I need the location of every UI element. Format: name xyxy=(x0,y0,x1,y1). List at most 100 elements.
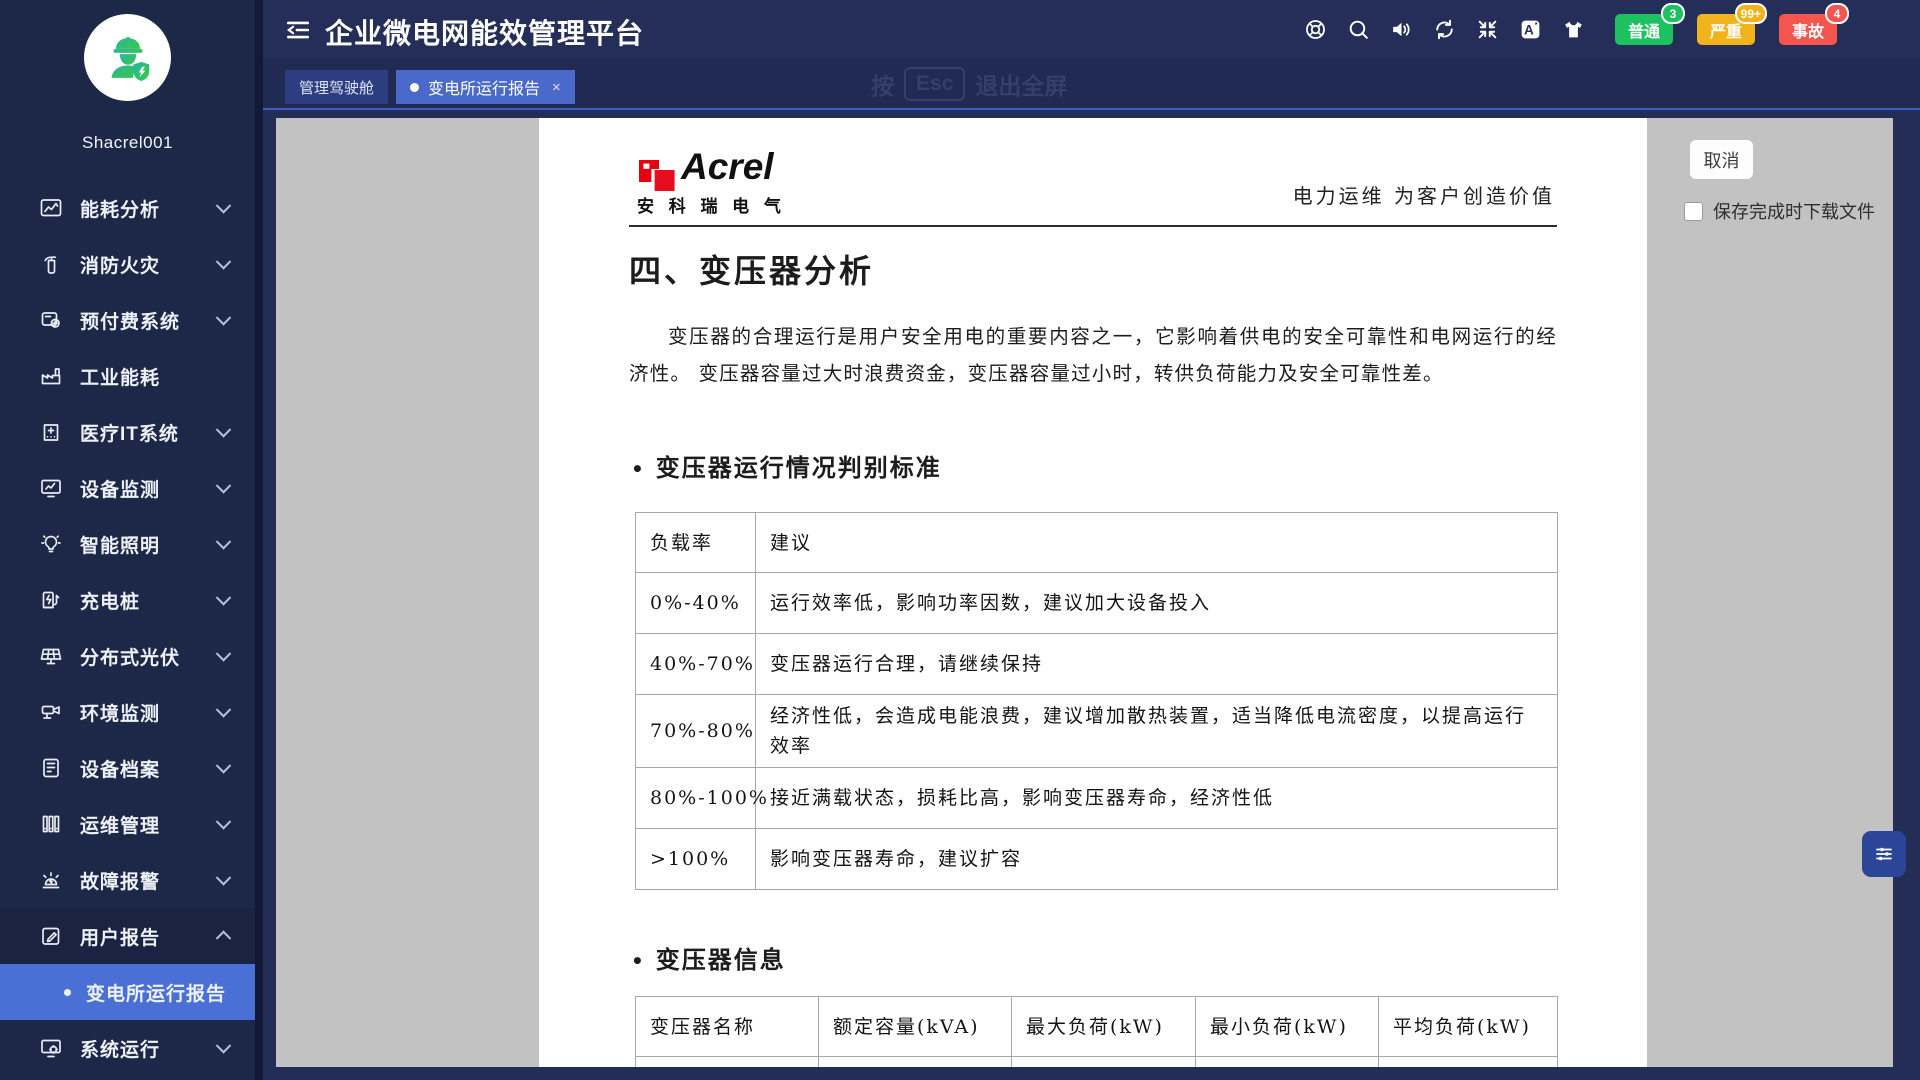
load-rate-cell: >100% xyxy=(636,829,756,890)
tab-dashboard[interactable]: 管理驾驶舱 xyxy=(285,70,388,104)
user-report-icon xyxy=(43,929,59,945)
subsection-title-info: 变压器信息 xyxy=(631,940,786,975)
alarm-label: 普通 xyxy=(1628,18,1660,42)
table-row: 40%-70% 变压器运行合理，请继续保持 xyxy=(636,634,1558,695)
sidebar-item-label: 环境监测 xyxy=(80,699,160,726)
app-root: Shacrel001 能耗分析 消防火灾 xyxy=(0,0,1920,1080)
device-archive-icon xyxy=(44,760,58,777)
cancel-button[interactable]: 取消 xyxy=(1690,140,1753,179)
sidebar-scrollbar[interactable] xyxy=(255,0,263,1080)
sidebar-item[interactable]: 设备档案 xyxy=(0,740,255,796)
suggestion-cell: 接近满载状态，损耗比高，影响变压器寿命，经济性低 xyxy=(756,768,1558,829)
fault-alarm-icon xyxy=(44,873,59,888)
top-header: 企业微电网能效管理平台 普通 3 严重 99+ xyxy=(263,0,1920,59)
help-icon[interactable] xyxy=(1303,17,1328,42)
search-icon[interactable] xyxy=(1346,17,1371,42)
col-header: 变压器名称 xyxy=(636,997,819,1057)
chevron-icon xyxy=(216,534,232,550)
refresh-icon[interactable] xyxy=(1432,17,1457,42)
table-row xyxy=(636,1057,1558,1068)
brand-subtitle: 安 科 瑞 电 气 xyxy=(637,192,786,217)
download-checkbox[interactable] xyxy=(1684,202,1703,221)
distributed-pv-icon xyxy=(42,650,61,664)
alarm-button[interactable]: 严重 99+ xyxy=(1697,14,1755,45)
sidebar-item[interactable]: 变电所运行报告 xyxy=(0,964,255,1020)
acrel-logo-icon xyxy=(637,156,677,196)
sidebar-item[interactable]: 环境监测 xyxy=(0,684,255,740)
alarm-button[interactable]: 普通 3 xyxy=(1615,14,1673,45)
letterhead-divider xyxy=(629,225,1557,227)
environment-monitoring-icon xyxy=(43,707,60,719)
main-area: Acrel 安 科 瑞 电 气 电力运维 为客户创造价值 四、变压器分析 变压器… xyxy=(263,108,1920,1080)
sidebar-item-label: 医疗IT系统 xyxy=(80,419,179,446)
alarm-label: 事故 xyxy=(1792,18,1824,42)
sidebar-item[interactable]: 充电桩 xyxy=(0,572,255,628)
alarm-count-badge: 99+ xyxy=(1735,3,1767,24)
sidebar-item[interactable]: 设备监测 xyxy=(0,460,255,516)
sidebar-item[interactable]: 用户报告 xyxy=(0,908,255,964)
suggestion-cell: 变压器运行合理，请继续保持 xyxy=(756,634,1558,695)
table-header-row: 负载率 建议 xyxy=(636,513,1558,573)
table-header-row: 变压器名称 额定容量(kVA) 最大负荷(kW) 最小负荷(kW) 平均负荷(k… xyxy=(636,997,1558,1057)
sidebar-item-label: 设备档案 xyxy=(80,755,160,782)
sidebar-item[interactable]: 分布式光伏 xyxy=(0,628,255,684)
sidebar-item-label: 智能照明 xyxy=(80,531,160,558)
chevron-icon xyxy=(216,646,232,662)
sidebar-collapse-icon[interactable] xyxy=(285,17,311,41)
report-letterhead: Acrel 安 科 瑞 电 气 电力运维 为客户创造价值 xyxy=(629,154,1557,226)
sidebar-item-label: 分布式光伏 xyxy=(80,643,180,670)
charging-pile-icon xyxy=(44,593,59,608)
transformer-info-table: 变压器名称 额定容量(kVA) 最大负荷(kW) 最小负荷(kW) 平均负荷(k… xyxy=(635,996,1558,1067)
volume-icon[interactable] xyxy=(1389,17,1414,42)
alarm-button[interactable]: 事故 4 xyxy=(1779,14,1837,45)
chevron-icon xyxy=(216,422,232,438)
load-rate-cell: 40%-70% xyxy=(636,634,756,695)
tab-substation-report[interactable]: 变电所运行报告 xyxy=(396,70,575,104)
sidebar-item[interactable]: 运维管理 xyxy=(0,796,255,852)
chevron-icon xyxy=(216,478,232,494)
sidebar-item[interactable]: 工业能耗 xyxy=(0,348,255,404)
brand-name: Acrel xyxy=(681,146,774,188)
alarm-count-badge: 3 xyxy=(1661,3,1685,24)
device-monitoring-icon xyxy=(42,481,60,497)
col-header: 额定容量(kVA) xyxy=(819,997,1012,1057)
sidebar-item-label: 消防火灾 xyxy=(80,251,160,278)
smart-lighting-icon xyxy=(42,536,60,551)
medical-it-icon xyxy=(45,425,58,440)
sidebar-item[interactable]: 消防火灾 xyxy=(0,236,255,292)
sidebar-item[interactable]: 医疗IT系统 xyxy=(0,404,255,460)
load-rate-cell: 0%-40% xyxy=(636,573,756,634)
table-row: 80%-100% 接近满载状态，损耗比高，影响变压器寿命，经济性低 xyxy=(636,768,1558,829)
tab-close-icon[interactable] xyxy=(552,79,561,96)
user-icon[interactable] xyxy=(1860,17,1885,42)
sidebar-item[interactable]: 能耗分析 xyxy=(0,180,255,236)
system-running-icon xyxy=(42,1041,60,1057)
report-paragraph: 变压器的合理运行是用户安全用电的重要内容之一，它影响着供电的安全可靠性和电网运行… xyxy=(629,318,1557,392)
load-rate-cell: 80%-100% xyxy=(636,768,756,829)
table-row: 70%-80% 经济性低，会造成电能浪费，建议增加散热装置，适当降低电流密度，以… xyxy=(636,695,1558,768)
sidebar-item-label: 运维管理 xyxy=(80,811,160,838)
chevron-icon xyxy=(216,1038,232,1054)
load-rate-table: 负载率 建议 0%-40% 运行效率低，影响功率因数，建议加大设备投入 xyxy=(635,512,1558,890)
chevron-icon xyxy=(216,814,232,830)
table-row: >100% 影响变压器寿命，建议扩容 xyxy=(636,829,1558,890)
report-settings-button[interactable] xyxy=(1862,831,1906,877)
download-option-row[interactable]: 保存完成时下载文件 xyxy=(1684,198,1875,224)
sidebar-menu: 能耗分析 消防火灾 预付费系统 xyxy=(0,180,255,1076)
exit-fullscreen-icon[interactable] xyxy=(1475,17,1500,42)
fullscreen-exit-hint: 按 Esc 退出全屏 xyxy=(871,67,1067,101)
load-rate-cell: 70%-80% xyxy=(636,695,756,768)
col-header: 最大负荷(kW) xyxy=(1012,997,1196,1057)
sidebar-item[interactable]: 智能照明 xyxy=(0,516,255,572)
sidebar-item[interactable]: 系统运行 xyxy=(0,1020,255,1076)
esc-key: Esc xyxy=(904,67,965,101)
sidebar-item[interactable]: 故障报警 xyxy=(0,852,255,908)
tab-bar: 管理驾驶舱 变电所运行报告 按 Esc 退出全屏 xyxy=(263,59,1920,110)
report-page: Acrel 安 科 瑞 电 气 电力运维 为客户创造价值 四、变压器分析 变压器… xyxy=(539,118,1647,1067)
suggestion-cell: 经济性低，会造成电能浪费，建议增加散热装置，适当降低电流密度，以提高运行效率 xyxy=(756,695,1558,768)
chevron-icon xyxy=(216,870,232,886)
sidebar-item-label: 故障报警 xyxy=(80,867,160,894)
sidebar-item[interactable]: 预付费系统 xyxy=(0,292,255,348)
translate-icon[interactable] xyxy=(1518,17,1543,42)
theme-icon[interactable] xyxy=(1561,17,1586,42)
